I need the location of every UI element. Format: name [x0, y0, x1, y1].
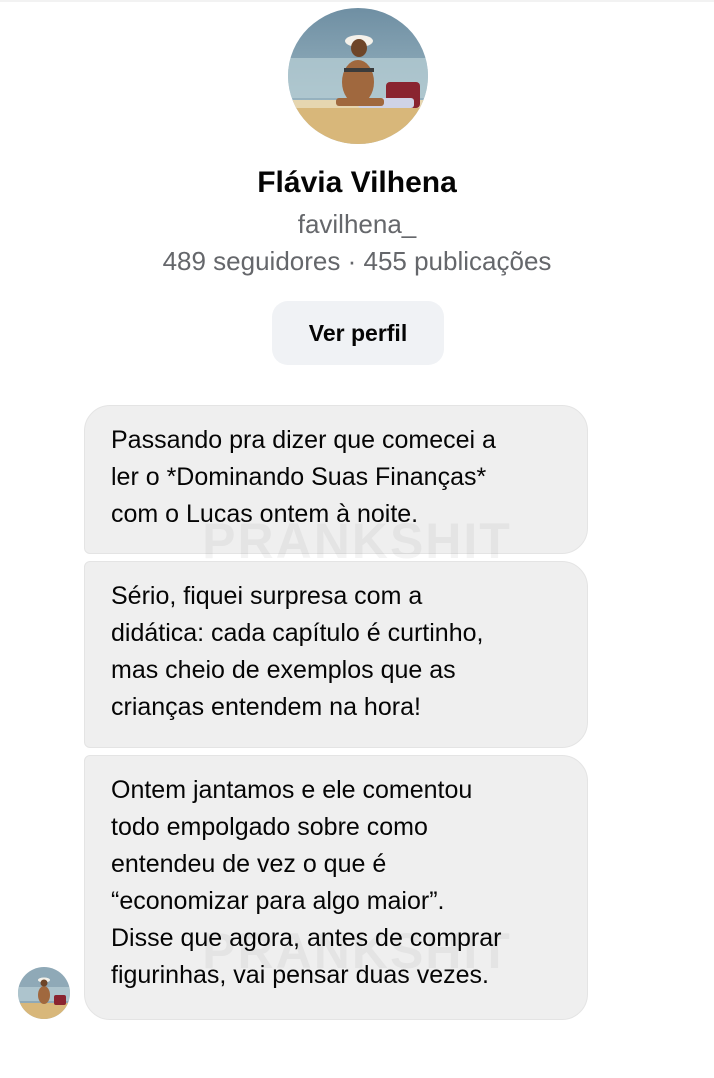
sender-avatar[interactable] [18, 967, 70, 1019]
message-line: todo empolgado sobre como [111, 813, 428, 841]
message-line: “economizar para algo maior”. [111, 887, 445, 915]
message-line: Disse que agora, antes de comprar [111, 924, 502, 952]
profile-name: Flávia Vilhena [257, 166, 457, 199]
message-line: mas cheio de exemplos que as [111, 656, 456, 684]
profile-stats: 489 seguidores · 455 publicações [162, 246, 552, 276]
message-line: com o Lucas ontem à noite. [111, 500, 419, 528]
message-line: figurinhas, vai pensar duas vezes. [111, 961, 489, 989]
message-bubble[interactable]: Passando pra dizer que comecei a ler o *… [84, 405, 588, 554]
message-line: Ontem jantamos e ele comentou [111, 776, 473, 804]
message-line: crianças entendem na hora! [111, 693, 421, 721]
message-line: Sério, fiquei surpresa com a [111, 582, 423, 610]
message-bubble[interactable]: Ontem jantamos e ele comentou todo empol… [84, 755, 588, 1020]
message-line: ler o *Dominando Suas Finanças* [111, 463, 487, 491]
message-line: Passando pra dizer que comecei a [111, 426, 496, 454]
avatar-beach-photo [18, 967, 70, 1019]
top-divider [0, 0, 714, 2]
profile-avatar[interactable] [288, 8, 428, 144]
avatar-beach-photo [288, 8, 428, 144]
view-profile-button[interactable]: Ver perfil [272, 301, 444, 365]
message-bubble[interactable]: Sério, fiquei surpresa com a didática: c… [84, 561, 588, 748]
message-line: didática: cada capítulo é curtinho, [111, 619, 484, 647]
message-line: entendeu de vez o que é [111, 850, 387, 878]
profile-username: favilhena_ [297, 209, 417, 239]
